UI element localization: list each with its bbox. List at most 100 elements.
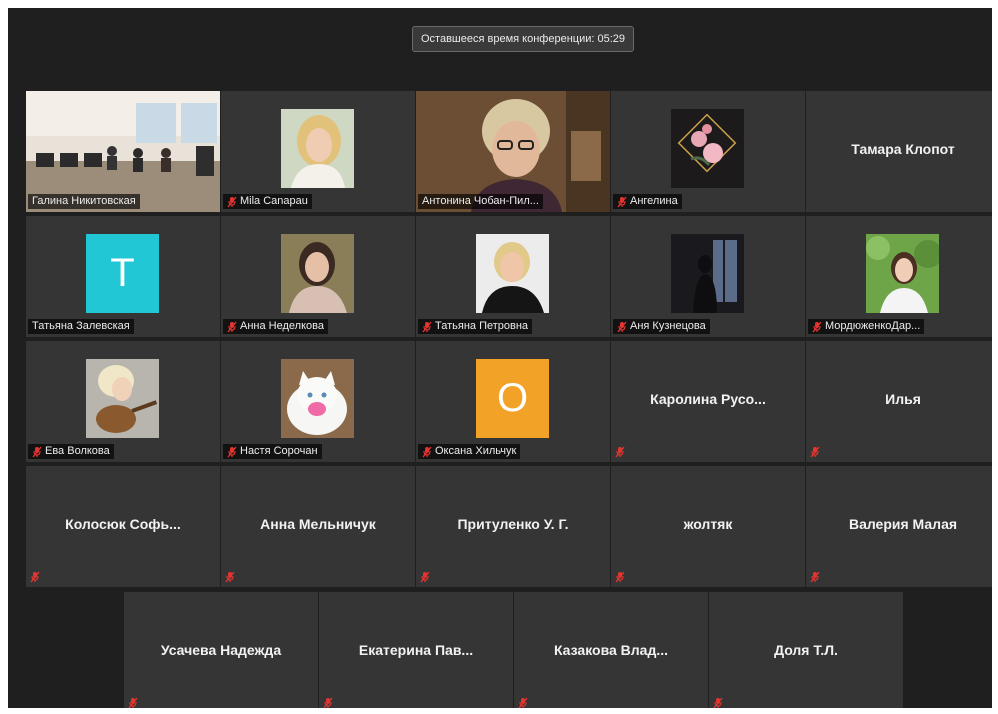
participant-tile[interactable]: Анна Мельничук [221, 466, 415, 587]
participant-tile[interactable]: Доля Т.Л. [709, 592, 903, 708]
participant-tile[interactable]: МордюженкоДар... [806, 216, 992, 337]
name-label: МордюженкоДар... [808, 319, 925, 334]
participant-name: Настя Сорочан [240, 445, 318, 457]
name-label [418, 569, 432, 584]
muted-mic-icon [615, 571, 625, 583]
remaining-time-banner: Оставшееся время конференции: 05:29 [412, 26, 634, 52]
participant-tile[interactable]: Настя Сорочан [221, 341, 415, 462]
name-label [516, 695, 530, 708]
participant-name: МордюженкоДар... [825, 320, 921, 332]
muted-mic-icon [422, 321, 432, 333]
participant-name: Аня Кузнецова [630, 320, 706, 332]
participant-name: Тамара Клопот [851, 141, 955, 157]
participant-name: Анна Мельничук [260, 516, 376, 532]
participant-tile[interactable]: Анна Неделкова [221, 216, 415, 337]
participant-tile[interactable]: Аня Кузнецова [611, 216, 805, 337]
name-label: Аня Кузнецова [613, 319, 710, 334]
profile-photo [281, 109, 354, 188]
participant-tile[interactable]: T Татьяна Залевская [26, 216, 220, 337]
participant-tile[interactable]: Каролина Русо... [611, 341, 805, 462]
participant-tile[interactable]: Татьяна Петровна [416, 216, 610, 337]
participant-name: Ангелина [630, 195, 678, 207]
name-label: Настя Сорочан [223, 444, 322, 459]
participant-name: Притуленко У. Г. [457, 516, 569, 532]
participant-name: Оксана Хильчук [435, 445, 517, 457]
muted-mic-icon [713, 697, 723, 709]
participant-name: Казакова Влад... [553, 642, 669, 658]
name-label: Татьяна Петровна [418, 319, 533, 334]
muted-mic-icon [227, 321, 237, 333]
name-label [28, 569, 42, 584]
participant-name: Татьяна Петровна [435, 320, 529, 332]
muted-mic-icon [420, 571, 430, 583]
muted-mic-icon [812, 321, 822, 333]
participant-tile[interactable]: Валерия Малая [806, 466, 992, 587]
participant-name: Усачева Надежда [160, 642, 282, 658]
muted-mic-icon [227, 196, 237, 208]
profile-photo [281, 234, 354, 313]
name-label [321, 695, 335, 708]
participant-name: Колосюк Софь... [65, 516, 181, 532]
name-label: Антонина Чобан-Пил... [418, 194, 543, 209]
participant-tile[interactable]: Екатерина Пав... [319, 592, 513, 708]
name-label: Ева Волкова [28, 444, 114, 459]
profile-photo [476, 234, 549, 313]
name-label: Анна Неделкова [223, 319, 328, 334]
participant-name: Ева Волкова [45, 445, 110, 457]
name-label: Галина Никитовская [28, 194, 140, 209]
participant-tile[interactable]: Колосюк Софь... [26, 466, 220, 587]
name-label [808, 444, 822, 459]
letter-avatar: О [476, 359, 549, 438]
name-label [613, 444, 627, 459]
participant-name: Татьяна Залевская [32, 320, 130, 332]
name-label: Оксана Хильчук [418, 444, 521, 459]
letter-avatar: T [86, 234, 159, 313]
conference-window: Оставшееся время конференции: 05:29 Гали… [8, 8, 992, 708]
name-label [613, 569, 627, 584]
participant-tile[interactable]: Галина Никитовская [26, 91, 220, 212]
participant-tile[interactable]: Притуленко У. Г. [416, 466, 610, 587]
participant-tile[interactable]: Ева Волкова [26, 341, 220, 462]
name-label: Ангелина [613, 194, 682, 209]
muted-mic-icon [323, 697, 333, 709]
participant-name: Валерия Малая [848, 516, 958, 532]
profile-photo [281, 359, 354, 438]
muted-mic-icon [617, 321, 627, 333]
muted-mic-icon [422, 446, 432, 458]
name-label [223, 569, 237, 584]
participant-name: жолтяк [683, 516, 733, 532]
participant-tile[interactable]: Усачева Надежда [124, 592, 318, 708]
participant-name: Каролина Русо... [650, 391, 766, 407]
muted-mic-icon [30, 571, 40, 583]
participant-tile-active-speaker[interactable]: Антонина Чобан-Пил... [416, 91, 610, 212]
name-label: Татьяна Залевская [28, 319, 134, 334]
profile-photo [671, 234, 744, 313]
participant-tile[interactable]: О Оксана Хильчук [416, 341, 610, 462]
participant-name: Антонина Чобан-Пил... [422, 195, 539, 207]
muted-mic-icon [518, 697, 528, 709]
participant-tile[interactable]: Mila Canapau [221, 91, 415, 212]
muted-mic-icon [617, 196, 627, 208]
profile-photo [671, 109, 744, 188]
muted-mic-icon [128, 697, 138, 709]
profile-photo [866, 234, 939, 313]
participant-name: Доля Т.Л. [774, 642, 838, 658]
muted-mic-icon [227, 446, 237, 458]
name-label [808, 569, 822, 584]
muted-mic-icon [810, 446, 820, 458]
name-label [126, 695, 140, 708]
participant-name: Анна Неделкова [240, 320, 324, 332]
participant-name: Илья [885, 391, 921, 407]
participant-tile[interactable]: Илья [806, 341, 992, 462]
participant-tile[interactable]: Казакова Влад... [514, 592, 708, 708]
profile-photo [86, 359, 159, 438]
participant-name: Mila Canapau [240, 195, 308, 207]
muted-mic-icon [32, 446, 42, 458]
participant-name: Галина Никитовская [32, 195, 136, 207]
participant-tile[interactable]: жолтяк [611, 466, 805, 587]
participant-tile[interactable]: Ангелина [611, 91, 805, 212]
name-label [711, 695, 725, 708]
muted-mic-icon [810, 571, 820, 583]
participant-tile[interactable]: Тамара Клопот [806, 91, 992, 212]
muted-mic-icon [225, 571, 235, 583]
